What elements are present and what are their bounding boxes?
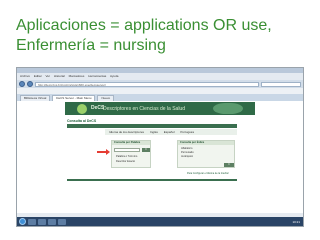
word-search-panel: Consulta por Palabra Ir Palabra o Términ… (111, 140, 151, 168)
taskbar-app-icon[interactable] (28, 218, 36, 225)
taskbar-app-icon[interactable] (48, 218, 56, 225)
address-bar[interactable]: http://decs.bvs.br/cgi-bin/wxis1660.exe/… (35, 81, 259, 87)
index-search-header: Consulta por Índice (178, 141, 234, 145)
interface-config-link[interactable]: Para Configurar el Idioma de la Interfaz (187, 172, 229, 175)
menu-bar: Archivo Editar Ver Historial Marcadores … (17, 73, 303, 80)
word-search-header: Consulta por Palabra (112, 141, 150, 145)
decs-header-graphic (213, 103, 243, 114)
windows-taskbar: 10:21 (17, 217, 303, 226)
language-option[interactable]: Español (164, 130, 175, 134)
index-search-panel: Consulta por Índice Alfabético Permutado… (177, 140, 235, 168)
menu-item[interactable]: Ayuda (110, 74, 118, 78)
navigation-bar: http://decs.bvs.br/cgi-bin/wxis1660.exe/… (17, 80, 303, 88)
slide-title-line-1: Aplicaciones = applications OR use, (16, 17, 272, 34)
language-option[interactable]: Inglés (150, 130, 158, 134)
menu-item[interactable]: Marcadores (69, 74, 85, 78)
slide-title: Aplicaciones = applications OR use, Enfe… (16, 16, 312, 56)
menu-item[interactable]: Archivo (20, 74, 30, 78)
menu-item[interactable]: Herramientas (88, 74, 106, 78)
word-search-go-button[interactable]: Ir (142, 148, 150, 152)
search-input[interactable] (261, 81, 301, 87)
footer-bar (67, 179, 237, 181)
red-arrow-annotation (97, 149, 110, 155)
web-page: DeCS Descriptores en Ciencias de la Salu… (17, 101, 303, 215)
index-option[interactable]: Jerárquico (181, 155, 193, 158)
decs-header-subtitle: Descriptores en Ciencias de la Salud (103, 106, 185, 112)
language-label: Idioma de los descriptores (109, 130, 145, 134)
menu-item[interactable]: Historial (54, 74, 65, 78)
language-option[interactable]: Portugués (180, 130, 194, 134)
index-option[interactable]: Alfabético (181, 147, 192, 150)
decs-logo (77, 104, 87, 114)
word-search-option[interactable]: Descritor Exacto (116, 160, 135, 163)
word-search-input[interactable] (114, 148, 140, 152)
taskbar-app-icon[interactable] (38, 218, 46, 225)
tab-bar: Biblioteca Virtual DeCS Server - Main Me… (17, 94, 303, 101)
taskbar-app-icon[interactable] (58, 218, 66, 225)
start-button[interactable] (19, 218, 26, 225)
forward-button[interactable] (27, 81, 33, 87)
word-search-option[interactable]: Palabra o Término (116, 155, 137, 158)
back-button[interactable] (19, 81, 25, 87)
slide-title-line-2: Enfermería = nursing (16, 37, 166, 54)
menu-item[interactable]: Editar (34, 74, 42, 78)
index-search-go-button[interactable]: Ir (224, 163, 234, 167)
consult-heading: Consulta al DeCS (67, 119, 97, 123)
section-bar (67, 124, 237, 128)
index-option[interactable]: Permutado (181, 151, 194, 154)
menu-item[interactable]: Ver (46, 74, 51, 78)
browser-screenshot: Archivo Editar Ver Historial Marcadores … (16, 67, 304, 227)
language-selector: Idioma de los descriptores Inglés Españo… (105, 129, 237, 135)
taskbar-clock: 10:21 (292, 219, 300, 224)
